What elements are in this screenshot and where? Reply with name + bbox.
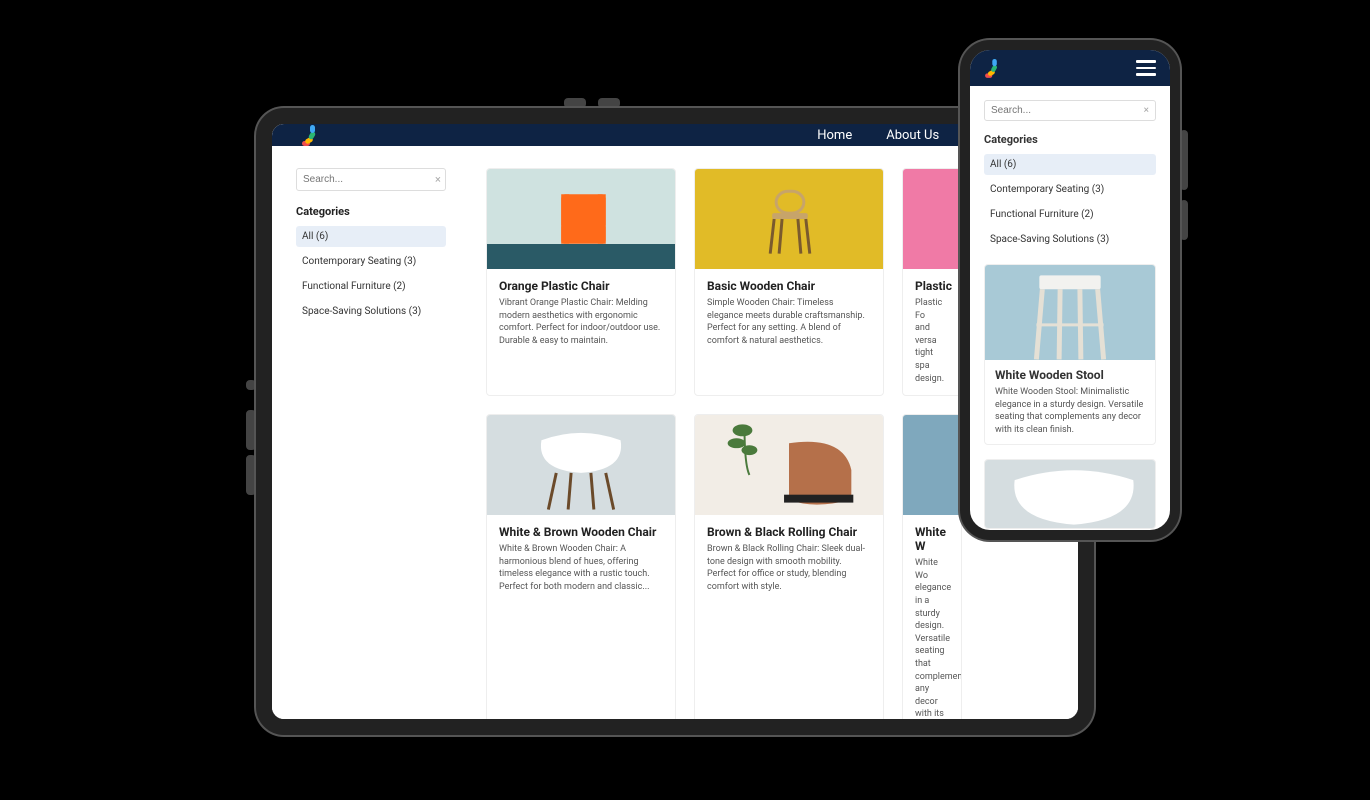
phone-category-functional[interactable]: Functional Furniture (2) [984,204,1156,225]
phone-navbar [970,50,1170,86]
category-all[interactable]: All (6) [296,226,446,247]
clear-icon[interactable]: × [1144,105,1149,116]
phone-screen: × Categories All (6) Contemporary Seatin… [970,50,1170,530]
phone-device: × Categories All (6) Contemporary Seatin… [960,40,1180,540]
product-title: Basic Wooden Chair [707,279,871,293]
product-title: White & Brown Wooden Chair [499,525,663,539]
product-card[interactable]: Basic Wooden Chair Simple Wooden Chair: … [694,168,884,396]
phone-volume-button [1180,130,1188,190]
hamburger-icon[interactable] [1136,60,1156,76]
product-card[interactable]: White & Brown Wooden Chair White & Brown… [486,414,676,735]
phone-categories-heading: Categories [984,133,1156,146]
category-functional[interactable]: Functional Furniture (2) [296,276,446,297]
product-image [695,415,883,515]
nav-home[interactable]: Home [817,128,852,143]
product-image [487,415,675,515]
product-image [695,169,883,269]
phone-product-image [985,460,1155,529]
phone-product-title: White Wooden Stool [995,368,1145,382]
search-box[interactable]: × [296,168,446,191]
category-spacesaving[interactable]: Space-Saving Solutions (3) [296,301,446,322]
phone-body: × Categories All (6) Contemporary Seatin… [970,86,1170,530]
product-image [903,415,961,515]
product-desc: Plastic Fo and versa tight spa design. [915,297,949,385]
phone-product-card-partial[interactable] [984,459,1156,529]
logo-icon [302,124,324,146]
sidebar: × Categories All (6) Contemporary Seatin… [296,168,446,735]
product-card[interactable]: White W White Wo elegance in a sturdy de… [902,414,962,735]
tablet-screen: Home About Us Plans C × Categories All (… [272,124,1078,719]
tablet-side-button-2 [246,455,256,495]
phone-search-box[interactable]: × [984,100,1156,121]
product-title: White W [915,525,949,553]
product-card[interactable]: Orange Plastic Chair Vibrant Orange Plas… [486,168,676,396]
search-input[interactable] [303,174,435,185]
product-title: Plastic [915,279,949,293]
logo-icon [985,58,1005,78]
phone-product-image [985,265,1155,360]
phone-category-contemporary[interactable]: Contemporary Seating (3) [984,179,1156,200]
tablet-navbar: Home About Us Plans C [272,124,1078,146]
product-card[interactable]: Brown & Black Rolling Chair Brown & Blac… [694,414,884,735]
product-image [903,169,961,269]
clear-icon[interactable]: × [435,173,441,186]
product-title: Orange Plastic Chair [499,279,663,293]
tablet-side-button-1 [246,410,256,450]
tablet-side-dot [246,380,256,390]
nav-about[interactable]: About Us [886,128,939,143]
tablet-volume-down [598,98,620,108]
product-image [487,169,675,269]
phone-camera [681,50,689,58]
phone-category-all[interactable]: All (6) [984,154,1156,175]
product-desc: White & Brown Wooden Chair: A harmonious… [499,543,663,593]
product-desc: Brown & Black Rolling Chair: Sleek dual-… [707,543,871,593]
product-desc: White Wo elegance in a sturdy design. Ve… [915,557,949,735]
product-desc: Vibrant Orange Plastic Chair: Melding mo… [499,297,663,347]
product-card[interactable]: Plastic Plastic Fo and versa tight spa d… [902,168,962,396]
phone-category-spacesaving[interactable]: Space-Saving Solutions (3) [984,229,1156,250]
phone-search-input[interactable] [991,105,1144,116]
category-contemporary[interactable]: Contemporary Seating (3) [296,251,446,272]
product-desc: Simple Wooden Chair: Timeless elegance m… [707,297,871,347]
phone-product-card[interactable]: White Wooden Stool White Wooden Stool: M… [984,264,1156,445]
tablet-volume-up [564,98,586,108]
product-title: Brown & Black Rolling Chair [707,525,871,539]
phone-product-desc: White Wooden Stool: Minimalistic eleganc… [995,386,1145,436]
phone-power-button [1180,200,1188,240]
tablet-body: × Categories All (6) Contemporary Seatin… [272,146,1078,735]
categories-heading: Categories [296,205,446,218]
